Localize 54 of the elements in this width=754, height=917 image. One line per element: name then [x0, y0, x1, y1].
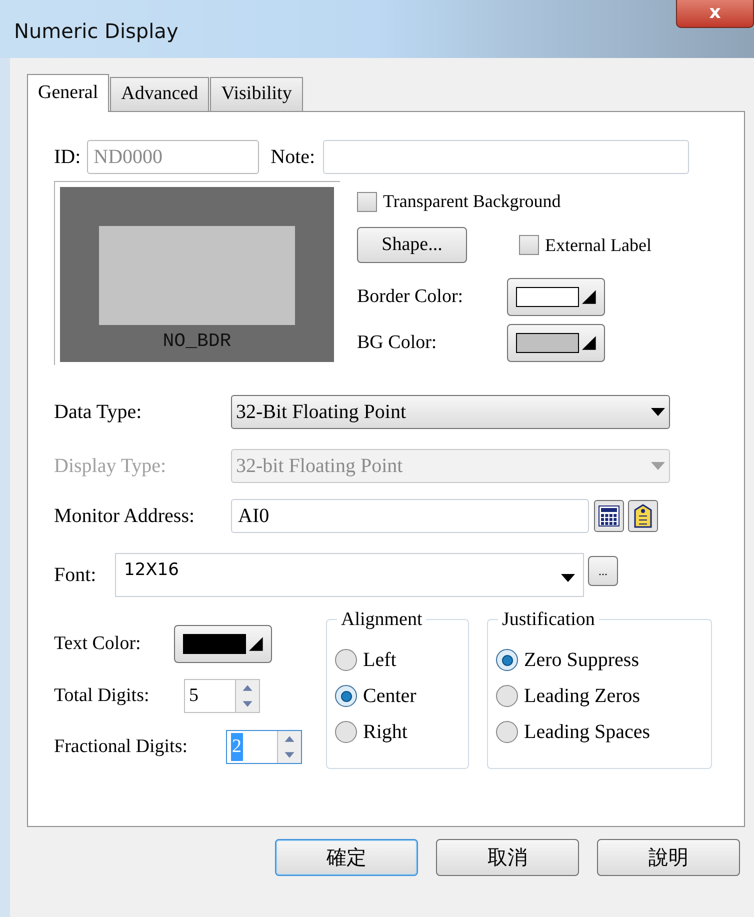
tab[interactable]: Visibility [210, 77, 303, 111]
total-digits-label: Total Digits: [54, 684, 150, 708]
radio-button[interactable] [335, 649, 357, 671]
dialog-button[interactable]: 取消 [436, 839, 579, 876]
note-label: Note: [270, 145, 316, 170]
data-type-label: Data Type: [54, 400, 143, 425]
dialog-button[interactable]: 確定 [275, 839, 418, 876]
dialog-button[interactable]: 說明 [597, 839, 740, 876]
radio-label: Center [363, 684, 416, 709]
radio-label: Leading Spaces [524, 720, 650, 745]
radio-button[interactable] [496, 649, 518, 671]
display-type-label: Display Type: [54, 454, 168, 479]
checkbox[interactable]: External Label [519, 232, 652, 258]
more-button[interactable]: ... [588, 556, 618, 586]
dropdown-arrow-icon [651, 408, 665, 416]
corner-triangle-icon [249, 637, 263, 651]
fractional-digits-label: Fractional Digits: [54, 734, 189, 759]
monitor-address-field[interactable]: AI0 [231, 499, 589, 533]
radio-button[interactable] [335, 685, 357, 707]
radio-button[interactable] [496, 721, 518, 743]
tag-icon[interactable] [628, 500, 658, 532]
shape-button[interactable]: Shape... [357, 227, 467, 263]
radio-label: Zero Suppress [524, 648, 639, 673]
close-button[interactable]: x [676, 0, 754, 28]
radio-label: Leading Zeros [524, 684, 640, 709]
tab[interactable]: General [27, 74, 110, 112]
font-label: Font: [54, 563, 98, 588]
font-dropdown[interactable]: 12X16 [115, 553, 584, 597]
color-picker-button[interactable] [174, 625, 272, 663]
spin-arrows-icon[interactable] [277, 731, 301, 763]
radio-label: Left [363, 648, 396, 673]
border-color-label: Border Color: [357, 284, 464, 309]
dropdown[interactable]: 32-Bit Floating Point [231, 395, 670, 429]
color-picker-button[interactable] [507, 278, 605, 316]
note-field[interactable] [323, 140, 690, 174]
dropdown-arrow-icon [651, 462, 665, 470]
dropdown-arrow-icon [561, 574, 575, 582]
id-label: ID: [54, 145, 81, 170]
spin-arrows-icon[interactable] [235, 680, 259, 712]
bg-color-label: BG Color: [357, 330, 438, 355]
corner-triangle-icon [582, 290, 596, 304]
monitor-address-label: Monitor Address: [54, 504, 196, 529]
checkbox[interactable]: Transparent Background [357, 188, 652, 215]
spin-field[interactable]: 5 [184, 679, 260, 713]
preview-caption: NO_BDR [162, 329, 232, 354]
radio-label: Right [363, 720, 408, 745]
corner-triangle-icon [582, 336, 596, 350]
color-picker-button[interactable] [507, 324, 605, 362]
text-color-label: Text Color: [54, 632, 142, 656]
window-title: Numeric Display [14, 18, 178, 45]
calculator-icon[interactable] [594, 500, 624, 532]
radio-button[interactable] [335, 721, 357, 743]
radio-button[interactable] [496, 685, 518, 707]
tab[interactable]: Advanced [110, 77, 210, 111]
